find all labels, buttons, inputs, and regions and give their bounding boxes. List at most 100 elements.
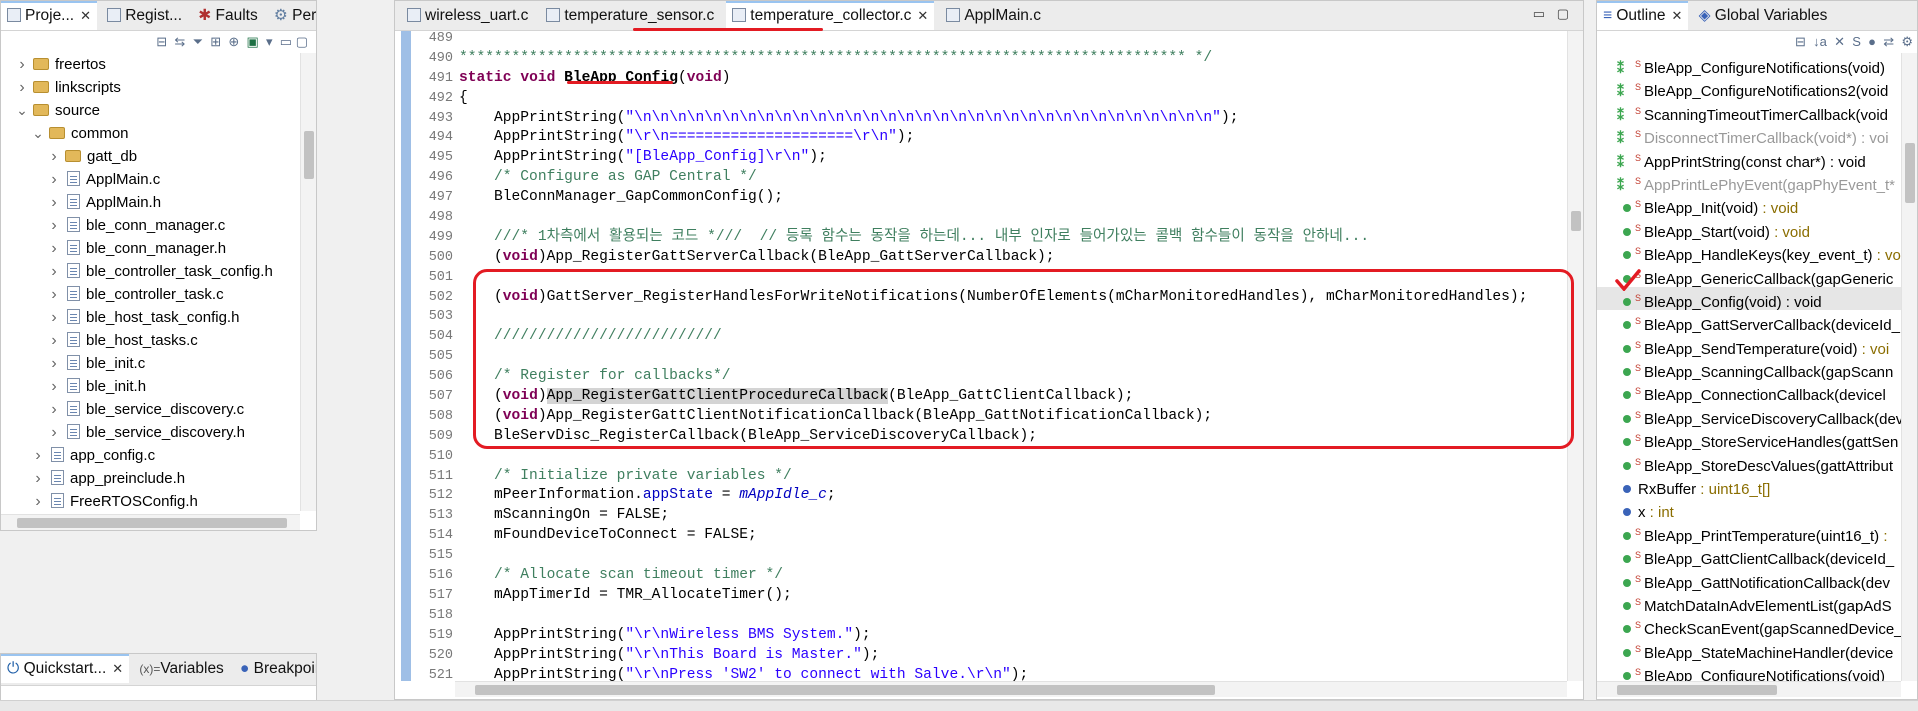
editor-horizontal-scrollbar[interactable] (455, 681, 1567, 697)
tree-item[interactable]: › FreeRTOSConfig.h (1, 490, 298, 513)
outline-vertical-scrollbar[interactable] (1901, 53, 1917, 681)
minimize-icon[interactable]: ▭ (280, 34, 292, 49)
tree-item[interactable]: › ApplMain.c (1, 168, 298, 191)
chevron-right-icon[interactable]: › (47, 352, 61, 375)
tree-item[interactable]: › ApplMain.h (1, 191, 298, 214)
tree-item[interactable]: › ble_host_task_config.h (1, 306, 298, 329)
outline-item[interactable]: S BleApp_ScanningCallback(gapScann (1597, 357, 1901, 381)
code-line[interactable]: mPeerInformation.appState = mAppIdle_c; (459, 486, 1583, 506)
close-icon[interactable]: ✕ (917, 8, 928, 23)
outline-item[interactable]: S BleApp_GattClientCallback(deviceId_ (1597, 544, 1901, 568)
chevron-right-icon[interactable]: › (47, 145, 61, 168)
outline-item[interactable]: S MatchDataInAdvElementList(gapAdS (1597, 591, 1901, 615)
outline-hscroll-thumb[interactable] (1617, 685, 1777, 695)
editor-hscroll-thumb[interactable] (475, 685, 1215, 695)
tree-item[interactable]: ⌄ source (1, 99, 298, 122)
tree-item[interactable]: › gatt_db (1, 145, 298, 168)
tab-faults[interactable]: ✱ Faults (192, 1, 264, 30)
tab-breakpoints[interactable]: ● Breakpoin... (234, 654, 316, 683)
code-line[interactable] (459, 606, 1583, 626)
chevron-right-icon[interactable]: › (47, 214, 61, 237)
chevron-right-icon[interactable]: › (47, 283, 61, 306)
tab-quickstart[interactable]: ⏻ Quickstart... ✕ (1, 654, 130, 683)
outline-item[interactable]: ⁑ S ScanningTimeoutTimerCallback(void (1597, 100, 1901, 124)
new-project-icon[interactable]: ⊕ (228, 34, 239, 49)
close-icon[interactable]: ✕ (80, 8, 91, 23)
code-line[interactable] (459, 208, 1583, 228)
chevron-right-icon[interactable]: › (47, 237, 61, 260)
outline-item[interactable]: S BleApp_StateMachineHandler(device (1597, 638, 1901, 662)
outline-item[interactable]: x : int (1597, 497, 1901, 521)
editor-tab[interactable]: wireless_uart.c (401, 1, 534, 30)
link-icon[interactable]: ⇄ (1883, 34, 1894, 49)
code-line[interactable]: ///* 1차측에서 활용되는 코드 */// // 등록 함수는 동작을 하는… (459, 228, 1583, 248)
hide-static-icon[interactable]: S (1852, 34, 1861, 49)
tab-peripherals[interactable]: ⚙ Perip... (268, 1, 316, 30)
code-line[interactable]: BleConnManager_GapCommonConfig(); (459, 188, 1583, 208)
code-line[interactable]: { (459, 89, 1583, 109)
code-line[interactable]: (void)App_RegisterGattServerCallback(Ble… (459, 248, 1583, 268)
tree-vertical-scrollbar[interactable] (300, 53, 316, 511)
tree-item[interactable]: ⌄ common (1, 122, 298, 145)
outline-horizontal-scrollbar[interactable] (1597, 681, 1901, 697)
filter-icon[interactable]: ⏷ (193, 34, 203, 49)
outline-item[interactable]: S BleApp_Config(void) : void (1597, 286, 1901, 311)
outline-item[interactable]: S BleApp_PrintTemperature(uint16_t) : (1597, 521, 1901, 545)
outline-item[interactable]: S BleApp_Init(void) : void (1597, 193, 1901, 217)
outline-item[interactable]: S BleApp_Start(void) : void (1597, 217, 1901, 241)
code-line[interactable]: /* Allocate scan timeout timer */ (459, 566, 1583, 586)
outline-item[interactable]: S BleApp_StoreDescValues(gattAttribut (1597, 451, 1901, 475)
code-line[interactable]: mAppTimerId = TMR_AllocateTimer(); (459, 586, 1583, 606)
maximize-icon[interactable]: ▢ (296, 34, 308, 49)
outline-scroll-thumb[interactable] (1905, 143, 1915, 203)
chevron-right-icon[interactable]: › (47, 398, 61, 421)
tree-item[interactable]: › ble_controller_task_config.h (1, 260, 298, 283)
chevron-right-icon[interactable]: › (47, 191, 61, 214)
layout-icon[interactable]: ⊞ (210, 34, 221, 49)
outline-item[interactable]: S BleApp_ServiceDiscoveryCallback(dev (1597, 404, 1903, 428)
outline-item[interactable]: RxBuffer : uint16_t[] (1597, 474, 1901, 498)
chevron-right-icon[interactable]: › (31, 490, 45, 513)
tree-item[interactable]: › ble_conn_manager.h (1, 237, 298, 260)
code-line[interactable]: ****************************************… (459, 49, 1583, 69)
chevron-down-icon[interactable]: ⌄ (31, 126, 45, 140)
code-line[interactable]: AppPrintString("[BleApp_Config]\r\n"); (459, 148, 1583, 168)
outline-item[interactable]: ⁑ S BleApp_ConfigureNotifications2(void (1597, 76, 1901, 100)
code-line[interactable]: AppPrintString("\r\n====================… (459, 128, 1583, 148)
hide-nonpublic-icon[interactable]: ● (1868, 34, 1876, 49)
code-line[interactable] (459, 546, 1583, 566)
collapse-all-icon[interactable]: ⊟ (1795, 34, 1806, 49)
tab-global-variables[interactable]: ◈ Global Variables (1693, 1, 1834, 30)
chevron-right-icon[interactable]: › (31, 444, 45, 467)
chevron-right-icon[interactable]: › (47, 168, 61, 191)
tree-item[interactable]: › ble_service_discovery.c (1, 398, 298, 421)
tab-registers[interactable]: Regist... (101, 1, 188, 30)
tab-project-explorer[interactable]: Proje... ✕ (1, 1, 98, 30)
outline-item[interactable]: ⁑ S AppPrintLePhyEvent(gapPhyEvent_t* (1597, 170, 1901, 194)
link-editor-icon[interactable]: ⇆ (174, 34, 185, 49)
close-icon[interactable]: ✕ (112, 661, 123, 676)
outline-item[interactable]: S BleApp_GenericCallback(gapGeneric (1597, 264, 1901, 288)
outline-item[interactable]: S BleApp_GattServerCallback(deviceId_ (1597, 310, 1901, 334)
code-line[interactable]: /* Configure as GAP Central */ (459, 168, 1583, 188)
editor-maximize-icon[interactable]: ▢ (1557, 6, 1569, 22)
code-line[interactable] (459, 29, 1583, 49)
outline-item[interactable]: S BleApp_HandleKeys(key_event_t) : vo (1597, 240, 1901, 264)
tab-variables[interactable]: (x)=Variables (133, 654, 229, 683)
outline-item[interactable]: ⁑ S AppPrintString(const char*) : void (1597, 147, 1901, 171)
outline-item[interactable]: ⁑ S DisconnectTimerCallback(void*) : voi (1597, 123, 1901, 147)
tab-outline[interactable]: ≡ Outline ✕ (1597, 1, 1689, 30)
chevron-right-icon[interactable]: › (47, 375, 61, 398)
code-line[interactable]: AppPrintString("\r\nWireless BMS System.… (459, 626, 1583, 646)
tree-item[interactable]: › ble_host_tasks.c (1, 329, 298, 352)
chevron-right-icon[interactable]: › (15, 53, 29, 76)
code-line[interactable]: /* Initialize private variables */ (459, 467, 1583, 487)
sort-icon[interactable]: ↓a (1813, 34, 1827, 49)
tree-item[interactable]: › ble_service_discovery.h (1, 421, 298, 444)
outline-item[interactable]: S BleApp_ConnectionCallback(devicel (1597, 380, 1901, 404)
outline-item[interactable]: ⁑ S BleApp_ConfigureNotifications(void) (1597, 53, 1901, 77)
editor-scroll-thumb[interactable] (1571, 211, 1581, 231)
code-line[interactable]: AppPrintString("\n\n\n\n\n\n\n\n\n\n\n\n… (459, 109, 1583, 129)
editor-tab[interactable]: temperature_sensor.c (540, 1, 720, 30)
chevron-right-icon[interactable]: › (15, 76, 29, 99)
